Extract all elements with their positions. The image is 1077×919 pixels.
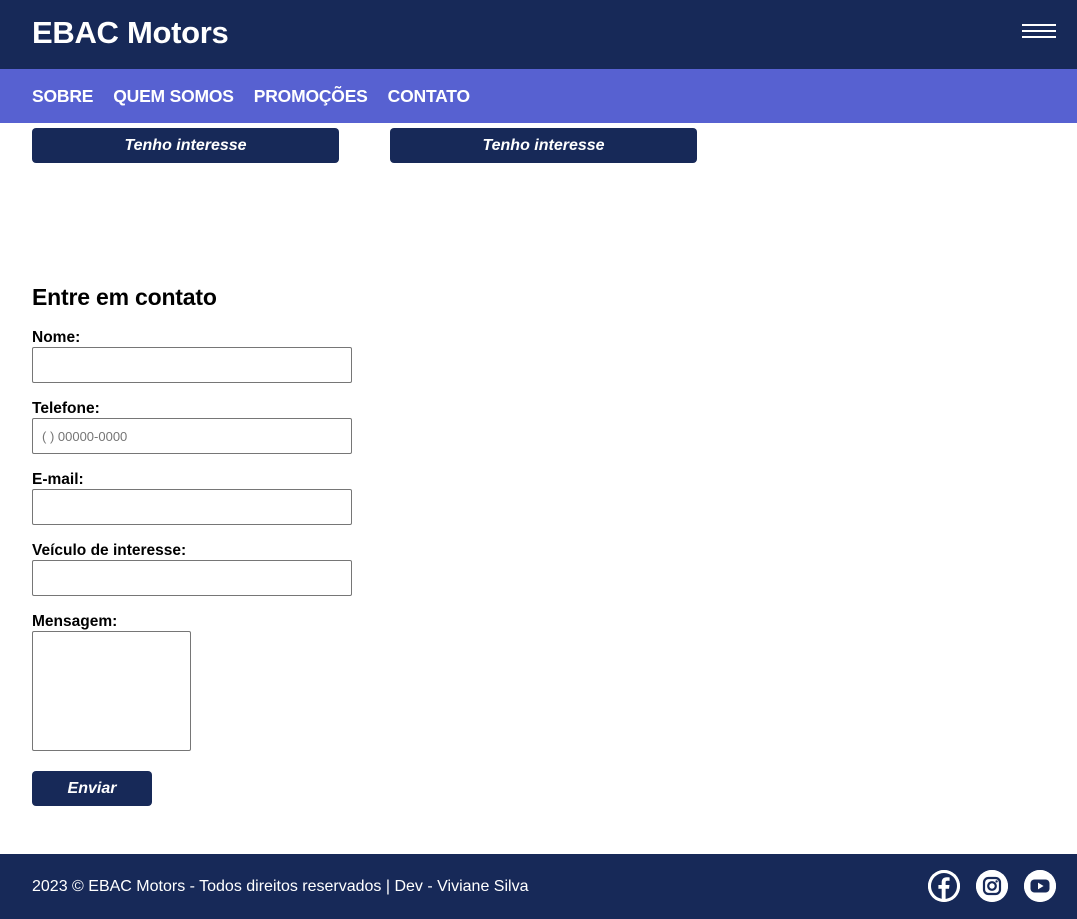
hamburger-line [1022,30,1056,32]
instagram-icon [976,870,1008,902]
youtube-link[interactable] [1024,870,1056,902]
site-logo[interactable]: EBAC Motors [32,15,229,51]
nav-item-promocoes[interactable]: PROMOÇÕES [254,86,368,107]
main-nav: SOBRE QUEM SOMOS PROMOÇÕES CONTATO [0,69,1077,123]
site-header: EBAC Motors [0,0,1077,69]
youtube-icon [1024,870,1056,902]
email-input[interactable] [32,489,352,525]
footer-copyright: 2023 © EBAC Motors - Todos direitos rese… [32,878,529,895]
nav-item-quem-somos[interactable]: QUEM SOMOS [113,86,234,107]
mensagem-label: Mensagem: [32,613,118,630]
contact-title: Entre em contato [32,284,217,310]
facebook-icon [928,870,960,902]
instagram-link[interactable] [976,870,1008,902]
veiculo-input[interactable] [32,560,352,596]
hamburger-menu-icon[interactable] [1022,24,1056,42]
nome-input[interactable] [32,347,352,383]
send-button[interactable]: Enviar [32,771,152,806]
telefone-label: Telefone: [32,400,100,417]
page: EBAC Motors SOBRE QUEM SOMOS PROMOÇÕES C… [0,0,1077,919]
nav-item-contato[interactable]: CONTATO [388,86,470,107]
interest-button[interactable]: Tenho interesse [390,128,697,163]
site-footer: 2023 © EBAC Motors - Todos direitos rese… [0,854,1077,919]
nome-label: Nome: [32,329,81,346]
hamburger-line [1022,36,1056,38]
telefone-input[interactable] [32,418,352,454]
interest-button[interactable]: Tenho interesse [32,128,339,163]
mensagem-textarea[interactable] [32,631,191,751]
facebook-link[interactable] [928,870,960,902]
email-label: E-mail: [32,471,84,488]
hamburger-line [1022,24,1056,26]
veiculo-label: Veículo de interesse: [32,542,187,559]
nav-item-sobre[interactable]: SOBRE [32,86,93,107]
